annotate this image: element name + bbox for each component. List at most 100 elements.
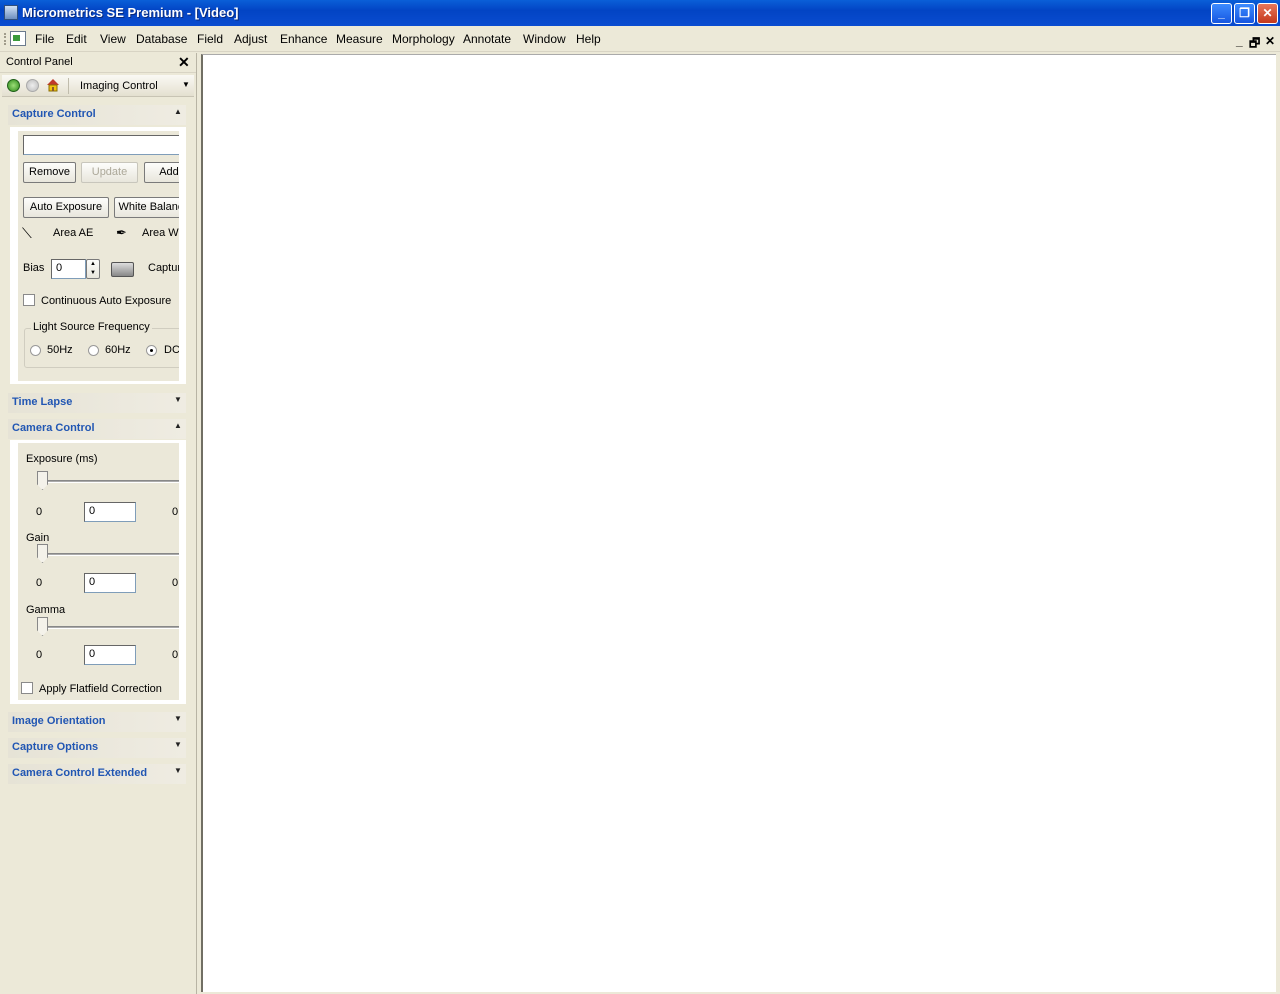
menu-enhance[interactable]: Enhance bbox=[280, 32, 327, 46]
preset-name-input[interactable] bbox=[23, 135, 179, 155]
control-panel: Control Panel ✕ Imaging Control ▼ Captur… bbox=[0, 53, 197, 994]
gamma-min: 0 bbox=[36, 649, 43, 661]
section-capture-control[interactable]: Capture Control ▲ bbox=[8, 105, 186, 125]
control-panel-title: Control Panel bbox=[6, 56, 73, 68]
window-title: Micrometrics SE Premium - [Video] bbox=[22, 5, 239, 20]
menu-adjust[interactable]: Adjust bbox=[234, 32, 267, 46]
menu-morphology[interactable]: Morphology bbox=[392, 32, 455, 46]
bias-label: Bias bbox=[23, 262, 45, 274]
expand-icon[interactable]: ▼ bbox=[174, 740, 182, 749]
section-title: Camera Control Extended bbox=[12, 767, 148, 779]
control-panel-header: Control Panel ✕ bbox=[0, 53, 196, 73]
gain-min: 0 bbox=[36, 577, 43, 589]
home-icon[interactable] bbox=[46, 78, 60, 92]
menu-edit[interactable]: Edit bbox=[66, 32, 87, 46]
mdi-minimize-button[interactable]: _ bbox=[1236, 34, 1243, 48]
section-title: Capture Options bbox=[12, 741, 99, 753]
exposure-max: 0 bbox=[172, 506, 179, 518]
area-wb-label[interactable]: Area WB bbox=[142, 227, 179, 239]
flatfield-label: Apply Flatfield Correction bbox=[39, 683, 162, 695]
menu-bar: File Edit View Database Field Adjust Enh… bbox=[0, 26, 1280, 52]
update-button[interactable]: Update bbox=[81, 162, 138, 183]
bias-input[interactable]: 0 bbox=[51, 259, 86, 279]
gamma-slider[interactable] bbox=[38, 626, 179, 629]
radio-50hz[interactable] bbox=[30, 345, 41, 356]
expand-icon[interactable]: ▼ bbox=[174, 766, 182, 775]
menu-help[interactable]: Help bbox=[576, 32, 601, 46]
section-capture-options[interactable]: Capture Options ▼ bbox=[8, 738, 186, 758]
capture-label[interactable]: Capture bbox=[148, 262, 179, 274]
section-title: Image Orientation bbox=[12, 715, 106, 727]
back-icon[interactable] bbox=[7, 79, 20, 92]
add-button[interactable]: Add bbox=[144, 162, 179, 183]
menu-field[interactable]: Field bbox=[197, 32, 223, 46]
eyedropper-icon[interactable]: ✒ bbox=[116, 225, 127, 241]
radio-dc[interactable] bbox=[146, 345, 157, 356]
area-ae-label[interactable]: Area AE bbox=[53, 227, 93, 239]
section-title: Capture Control bbox=[12, 108, 96, 120]
nav-separator bbox=[68, 78, 69, 94]
bias-spinner[interactable]: ▲ ▼ bbox=[86, 259, 100, 279]
title-bar: Micrometrics SE Premium - [Video] _ ❐ ✕ bbox=[0, 0, 1280, 26]
gain-max: 0 bbox=[172, 577, 179, 589]
light-source-legend: Light Source Frequency bbox=[31, 321, 152, 333]
menu-annotate[interactable]: Annotate bbox=[463, 32, 511, 46]
exposure-label: Exposure (ms) bbox=[26, 453, 98, 465]
camera-control-body: Exposure (ms) 0 0 0 Gain 0 0 0 Gamma 0 0… bbox=[10, 440, 186, 704]
flatfield-checkbox[interactable] bbox=[21, 682, 33, 694]
restore-button[interactable]: ❐ bbox=[1234, 3, 1255, 24]
video-view[interactable] bbox=[201, 54, 1276, 992]
gain-input[interactable]: 0 bbox=[84, 573, 136, 593]
exposure-input[interactable]: 0 bbox=[84, 502, 136, 522]
gain-label: Gain bbox=[26, 532, 50, 544]
exposure-slider[interactable] bbox=[38, 480, 179, 483]
section-image-orientation[interactable]: Image Orientation ▼ bbox=[8, 712, 186, 732]
section-time-lapse[interactable]: Time Lapse ▼ bbox=[8, 393, 186, 413]
control-panel-close-icon[interactable]: ✕ bbox=[178, 54, 190, 71]
gamma-slider-thumb[interactable] bbox=[37, 617, 48, 636]
section-title: Time Lapse bbox=[12, 396, 73, 408]
gamma-input[interactable]: 0 bbox=[84, 645, 136, 665]
section-camera-control[interactable]: Camera Control ▲ bbox=[8, 419, 186, 439]
close-button[interactable]: ✕ bbox=[1257, 3, 1278, 24]
continuous-auto-exposure-checkbox[interactable] bbox=[23, 294, 35, 306]
gamma-label: Gamma bbox=[26, 604, 66, 616]
panel-selector-dropdown-icon[interactable]: ▼ bbox=[182, 80, 190, 89]
exposure-slider-thumb[interactable] bbox=[37, 471, 48, 490]
menu-measure[interactable]: Measure bbox=[336, 32, 383, 46]
remove-button[interactable]: Remove bbox=[23, 162, 76, 183]
section-camera-control-extended[interactable]: Camera Control Extended ▼ bbox=[8, 764, 186, 784]
app-icon bbox=[4, 5, 18, 20]
gamma-max: 0 bbox=[172, 649, 179, 661]
collapse-icon[interactable]: ▲ bbox=[174, 421, 182, 430]
exposure-min: 0 bbox=[36, 506, 43, 518]
menu-database[interactable]: Database bbox=[136, 32, 187, 46]
mdi-close-button[interactable]: ✕ bbox=[1265, 34, 1275, 48]
continuous-auto-exposure-label: Continuous Auto Exposure bbox=[41, 295, 172, 307]
magic-wand-icon[interactable]: ⟍ bbox=[22, 225, 32, 242]
minimize-button[interactable]: _ bbox=[1211, 3, 1232, 24]
forward-icon[interactable] bbox=[26, 79, 39, 92]
control-panel-nav: Imaging Control ▼ bbox=[2, 75, 194, 97]
gain-slider-thumb[interactable] bbox=[37, 544, 48, 563]
menu-view[interactable]: View bbox=[100, 32, 126, 46]
capture-control-body: Remove Update Add Auto Exposure White Ba… bbox=[10, 127, 186, 384]
gain-slider[interactable] bbox=[38, 553, 179, 556]
radio-dc-label: DC bbox=[164, 344, 179, 356]
expand-icon[interactable]: ▼ bbox=[174, 714, 182, 723]
radio-60hz-label: 60Hz bbox=[105, 344, 131, 356]
section-title: Camera Control bbox=[12, 422, 95, 434]
toolbar-grip[interactable] bbox=[4, 33, 6, 45]
menu-window[interactable]: Window bbox=[523, 32, 566, 46]
white-balance-button[interactable]: White Balance bbox=[114, 197, 179, 218]
radio-50hz-label: 50Hz bbox=[47, 344, 73, 356]
radio-60hz[interactable] bbox=[88, 345, 99, 356]
panel-selector[interactable]: Imaging Control bbox=[80, 80, 158, 92]
camera-icon[interactable] bbox=[111, 262, 134, 277]
document-icon[interactable] bbox=[10, 31, 26, 46]
menu-file[interactable]: File bbox=[35, 32, 54, 46]
collapse-icon[interactable]: ▲ bbox=[174, 107, 182, 116]
expand-icon[interactable]: ▼ bbox=[174, 395, 182, 404]
mdi-restore-button[interactable]: 🗗 bbox=[1249, 34, 1260, 55]
auto-exposure-button[interactable]: Auto Exposure bbox=[23, 197, 109, 218]
